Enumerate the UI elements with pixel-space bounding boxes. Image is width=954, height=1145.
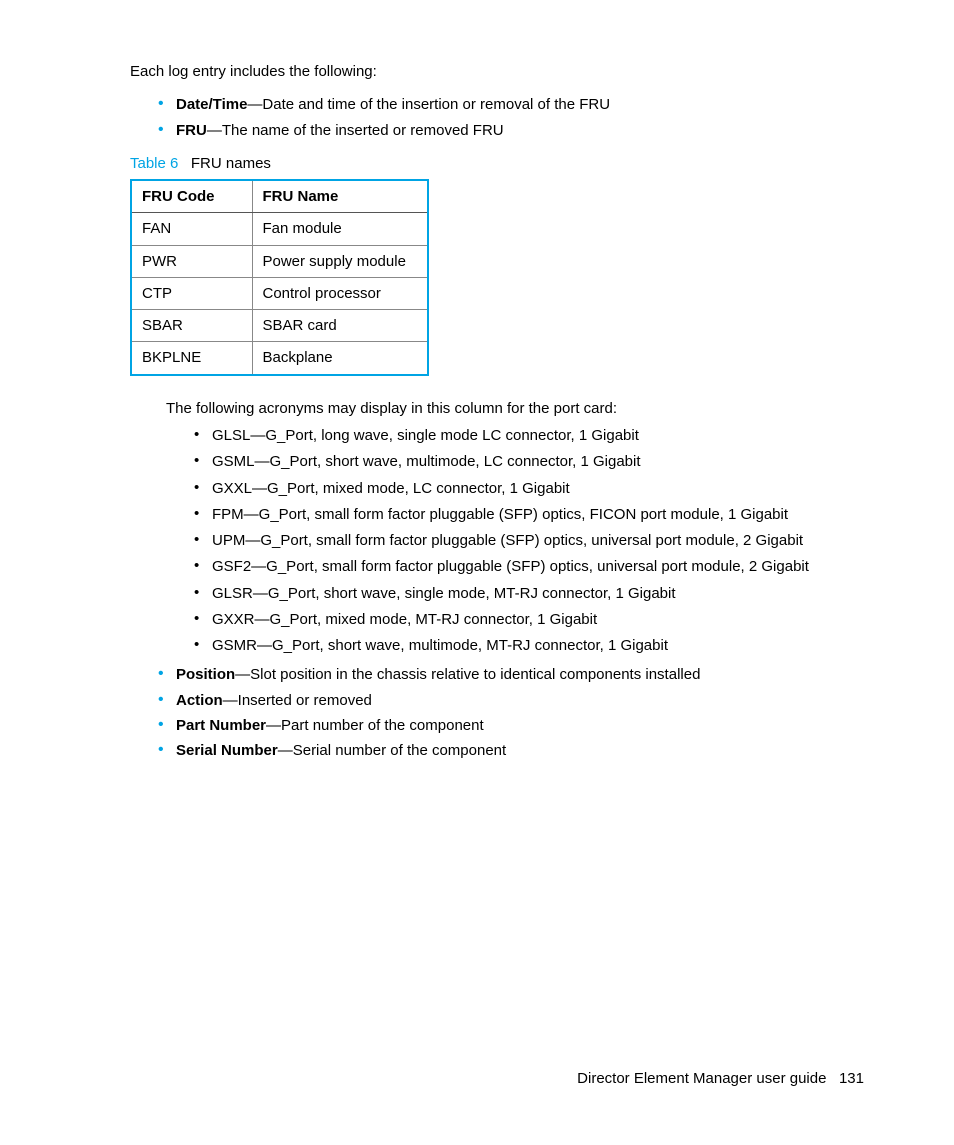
list-item: Part Number—Part number of the component xyxy=(158,714,864,737)
table-cell: CTP xyxy=(132,277,252,309)
list-item: GLSL—G_Port, long wave, single mode LC c… xyxy=(194,424,864,447)
table-row: CTP Control processor xyxy=(132,277,427,309)
list-item: GSML—G_Port, short wave, multimode, LC c… xyxy=(194,450,864,473)
log-fields-top-list: Date/Time—Date and time of the insertion… xyxy=(158,93,864,142)
list-item: UPM—G_Port, small form factor pluggable … xyxy=(194,529,864,552)
table-cell: PWR xyxy=(132,245,252,277)
intro-text: Each log entry includes the following: xyxy=(130,60,864,83)
list-item: Position—Slot position in the chassis re… xyxy=(158,663,864,686)
acronym-list: GLSL—G_Port, long wave, single mode LC c… xyxy=(194,424,864,657)
term: Action xyxy=(176,692,223,709)
table-row: BKPLNE Backplane xyxy=(132,342,427,374)
document-page: Each log entry includes the following: D… xyxy=(0,0,954,1145)
page-footer: Director Element Manager user guide 131 xyxy=(577,1067,864,1090)
table-cell: Fan module xyxy=(252,213,427,245)
acronym-intro: The following acronyms may display in th… xyxy=(166,397,864,420)
list-item: GSF2—G_Port, small form factor pluggable… xyxy=(194,555,864,578)
definition: —Slot position in the chassis relative t… xyxy=(235,666,700,683)
table-caption: Table 6 FRU names xyxy=(130,152,864,175)
list-item: Serial Number—Serial number of the compo… xyxy=(158,739,864,762)
log-fields-bottom-list: Position—Slot position in the chassis re… xyxy=(158,663,864,762)
definition: —Part number of the component xyxy=(266,717,484,734)
list-item: GXXL—G_Port, mixed mode, LC connector, 1… xyxy=(194,477,864,500)
table-header: FRU Name xyxy=(252,181,427,213)
table-row: PWR Power supply module xyxy=(132,245,427,277)
footer-page-number: 131 xyxy=(839,1070,864,1087)
list-item: Date/Time—Date and time of the insertion… xyxy=(158,93,864,116)
list-item: FPM—G_Port, small form factor pluggable … xyxy=(194,503,864,526)
table-label: Table 6 xyxy=(130,155,178,172)
definition: —Inserted or removed xyxy=(223,692,372,709)
table-cell: BKPLNE xyxy=(132,342,252,374)
term: Position xyxy=(176,666,235,683)
footer-title: Director Element Manager user guide xyxy=(577,1070,826,1087)
fru-table-wrapper: FRU Code FRU Name FAN Fan module PWR Pow… xyxy=(130,179,429,376)
fru-table: FRU Code FRU Name FAN Fan module PWR Pow… xyxy=(132,181,427,374)
table-title: FRU names xyxy=(191,155,271,172)
list-item: GSMR—G_Port, short wave, multimode, MT-R… xyxy=(194,634,864,657)
table-cell: FAN xyxy=(132,213,252,245)
table-cell: Backplane xyxy=(252,342,427,374)
list-item: GXXR—G_Port, mixed mode, MT-RJ connector… xyxy=(194,608,864,631)
table-header-row: FRU Code FRU Name xyxy=(132,181,427,213)
table-row: FAN Fan module xyxy=(132,213,427,245)
table-cell: SBAR xyxy=(132,310,252,342)
table-cell: Power supply module xyxy=(252,245,427,277)
term: Date/Time xyxy=(176,96,247,113)
list-item: Action—Inserted or removed xyxy=(158,689,864,712)
definition: —Serial number of the component xyxy=(278,742,506,759)
list-item: FRU—The name of the inserted or removed … xyxy=(158,119,864,142)
term: FRU xyxy=(176,122,207,139)
definition: —Date and time of the insertion or remov… xyxy=(247,96,610,113)
table-cell: Control processor xyxy=(252,277,427,309)
table-cell: SBAR card xyxy=(252,310,427,342)
list-item: GLSR—G_Port, short wave, single mode, MT… xyxy=(194,582,864,605)
table-row: SBAR SBAR card xyxy=(132,310,427,342)
term: Serial Number xyxy=(176,742,278,759)
term: Part Number xyxy=(176,717,266,734)
definition: —The name of the inserted or removed FRU xyxy=(207,122,504,139)
table-header: FRU Code xyxy=(132,181,252,213)
